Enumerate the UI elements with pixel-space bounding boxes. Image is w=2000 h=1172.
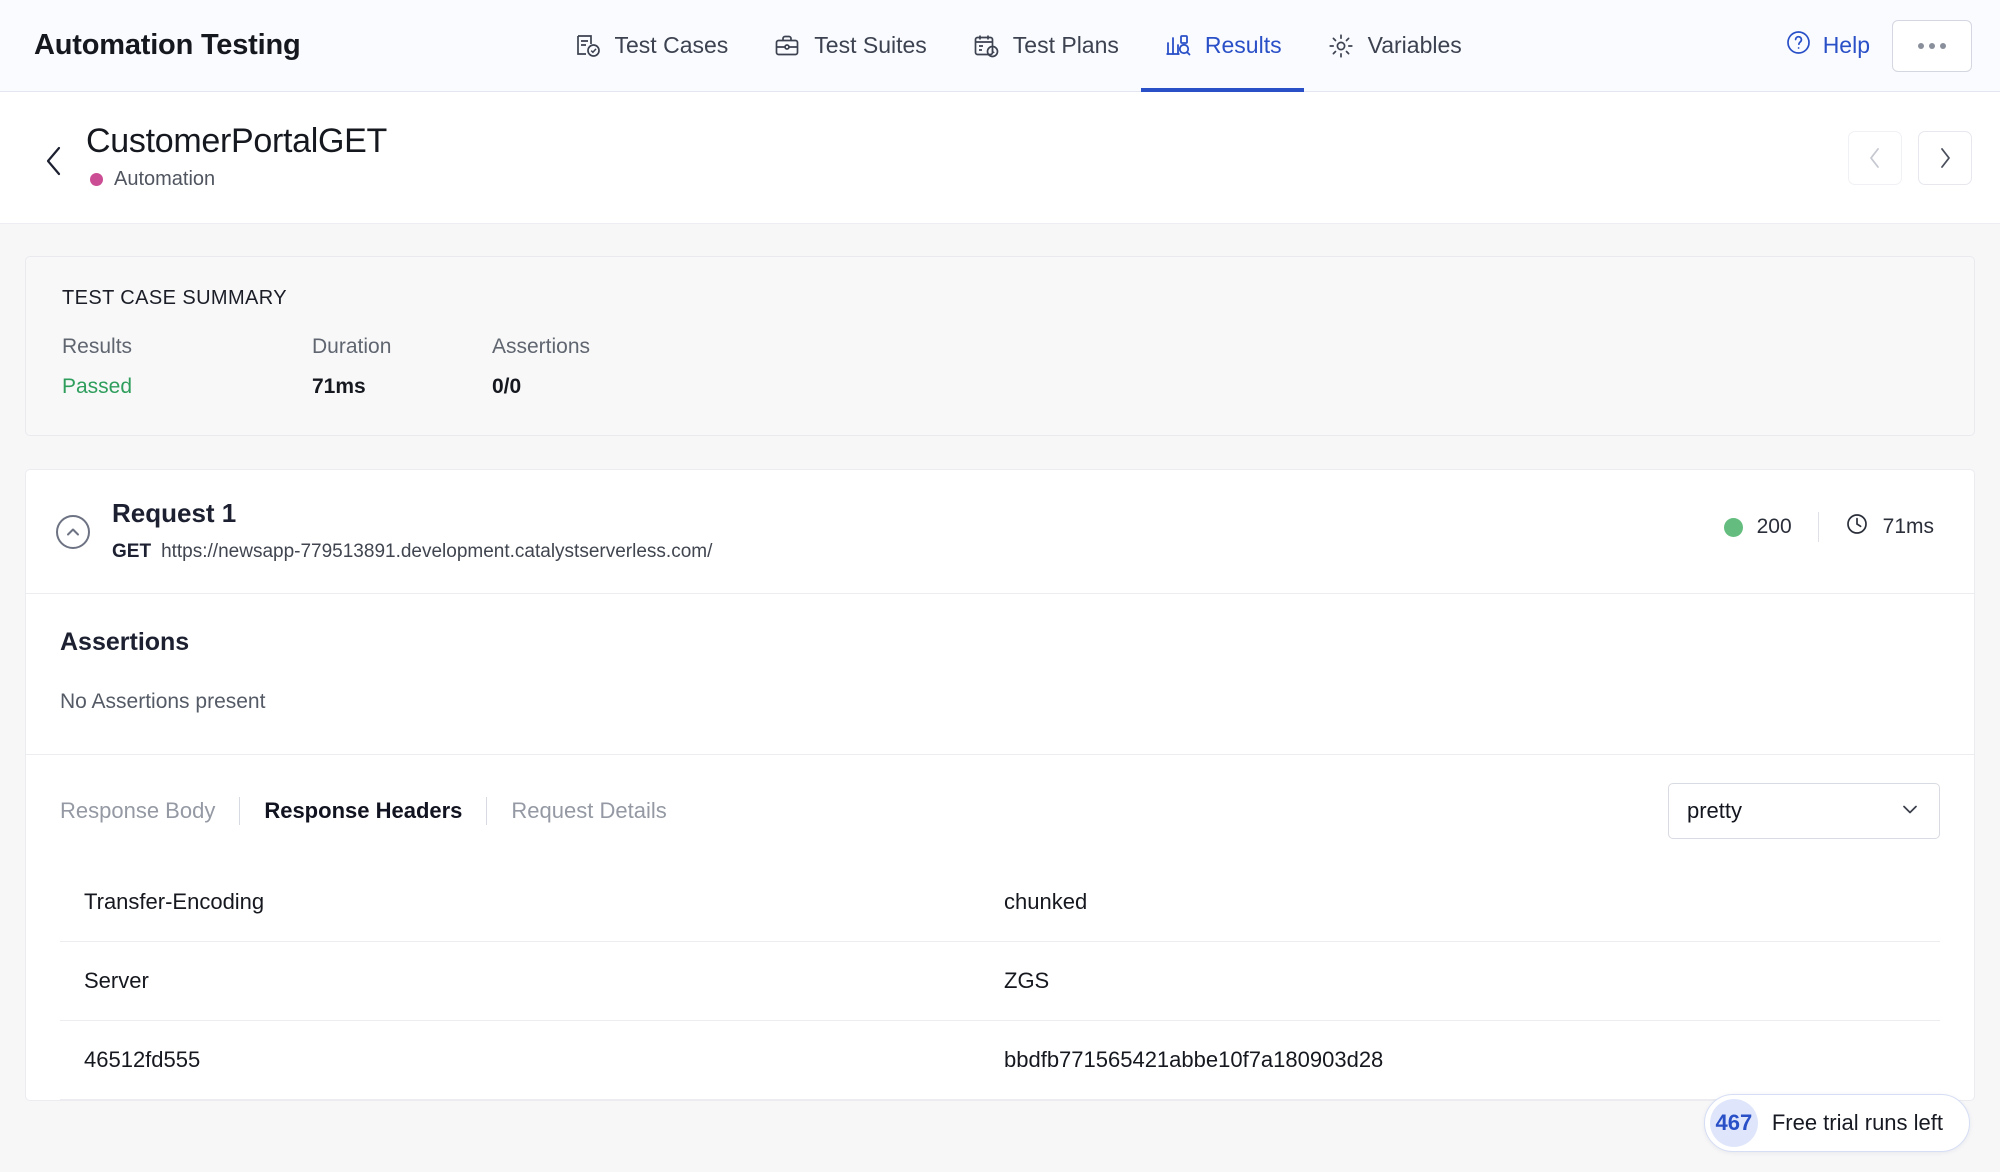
- header-value: ZGS: [1004, 968, 1050, 994]
- summary-field-results: Results Passed: [62, 335, 312, 399]
- assertions-heading: Assertions: [60, 628, 190, 657]
- app-root: Automation Testing Test Cases Test Suite…: [0, 0, 2000, 1172]
- table-row: Transfer-Encoding chunked: [60, 863, 1940, 943]
- app-brand-title: Automation Testing: [34, 29, 301, 61]
- request-card: Request 1 GET https://newsapp-779513891.…: [25, 469, 1975, 1102]
- page-title: CustomerPortalGET: [86, 122, 387, 161]
- bar-chart-search-icon: [1163, 31, 1193, 61]
- response-headers-table: Transfer-Encoding chunked Server ZGS 465…: [60, 863, 1940, 1101]
- briefcase-icon: [772, 31, 802, 61]
- chevron-left-icon: [46, 146, 61, 175]
- page-content: TEST CASE SUMMARY Results Passed Duratio…: [0, 224, 2000, 1102]
- format-select-value: pretty: [1687, 798, 1743, 824]
- test-case-summary-card: TEST CASE SUMMARY Results Passed Duratio…: [25, 256, 1975, 436]
- ellipsis-icon-dot: [1929, 42, 1935, 49]
- request-title: Request 1: [112, 498, 237, 528]
- request-duration-value: 71ms: [1882, 515, 1934, 538]
- table-row: Server ZGS: [60, 942, 1940, 1022]
- help-button[interactable]: Help: [1785, 29, 1870, 62]
- nav-tab-variables[interactable]: Variables: [1304, 0, 1484, 92]
- header-key: 46512fd555: [84, 1047, 201, 1073]
- tab-response-headers[interactable]: Response Headers: [240, 788, 486, 834]
- summary-field-label: Results: [62, 335, 133, 358]
- nav-tab-label: Test Plans: [1012, 32, 1119, 58]
- test-cases-icon: [573, 31, 603, 61]
- request-method: GET: [112, 541, 152, 563]
- back-button[interactable]: [34, 138, 74, 184]
- summary-field-value: Passed: [62, 375, 133, 398]
- assertions-empty-message: No Assertions present: [60, 690, 266, 714]
- summary-fields: Results Passed Duration 71ms Assertions …: [62, 335, 1938, 399]
- summary-field-value: 71ms: [312, 375, 366, 398]
- topbar-right-actions: Help: [1785, 19, 1972, 72]
- tab-request-details[interactable]: Request Details: [487, 788, 690, 834]
- page-tag-label: Automation: [114, 167, 216, 190]
- nav-tab-test-plans[interactable]: Test Plans: [949, 0, 1141, 92]
- request-meta: 200 71ms: [1723, 512, 1940, 542]
- record-pager: [1848, 130, 1972, 185]
- free-trial-badge[interactable]: 467 Free trial runs left: [1703, 1094, 1970, 1152]
- summary-field-assertions: Assertions 0/0: [492, 335, 590, 399]
- status-dot-icon: [1723, 517, 1743, 537]
- nav-tab-label: Variables: [1367, 32, 1462, 58]
- request-title-block: Request 1 GET https://newsapp-779513891.…: [112, 498, 712, 563]
- top-navigation-bar: Automation Testing Test Cases Test Suite…: [0, 0, 2000, 92]
- nav-tab-label: Test Suites: [814, 32, 927, 58]
- tag-dot-icon: [90, 172, 103, 186]
- request-header: Request 1 GET https://newsapp-779513891.…: [26, 470, 1974, 593]
- tab-response-body[interactable]: Response Body: [60, 788, 239, 834]
- chevron-right-icon: [1941, 147, 1950, 168]
- gear-icon: [1326, 31, 1356, 61]
- assertions-section: Assertions No Assertions present: [26, 593, 1974, 754]
- page-header: CustomerPortalGET Automation: [0, 92, 2000, 224]
- chevron-down-icon: [1899, 798, 1921, 825]
- previous-record-button[interactable]: [1848, 130, 1902, 185]
- nav-tab-results[interactable]: Results: [1140, 0, 1304, 92]
- question-circle-icon: [1785, 29, 1812, 62]
- header-key: Server: [84, 968, 149, 994]
- summary-heading: TEST CASE SUMMARY: [62, 287, 287, 309]
- ellipsis-icon-dot: [1918, 42, 1924, 49]
- summary-field-label: Assertions: [492, 335, 591, 358]
- meta-divider: [1817, 512, 1819, 542]
- request-duration-indicator: 71ms: [1845, 512, 1934, 542]
- header-key: Transfer-Encoding: [84, 889, 265, 915]
- header-value: chunked: [1004, 889, 1088, 915]
- trial-runs-count: 467: [1709, 1099, 1758, 1147]
- page-title-block: CustomerPortalGET Automation: [86, 122, 387, 191]
- help-label: Help: [1822, 32, 1870, 58]
- format-select[interactable]: pretty: [1668, 783, 1940, 840]
- page-tag: Automation: [86, 168, 387, 191]
- chevron-up-circle-icon[interactable]: [56, 514, 90, 549]
- nav-tab-label: Test Cases: [614, 32, 729, 58]
- next-record-button[interactable]: [1918, 130, 1972, 185]
- main-nav-tabs: Test Cases Test Suites Test Plans Result…: [551, 0, 1484, 92]
- request-url-row: GET https://newsapp-779513891.developmen…: [112, 541, 712, 563]
- ellipsis-icon-dot: [1940, 42, 1946, 49]
- response-tabs: Response Body Response Headers Request D…: [60, 788, 691, 834]
- status-code-value: 200: [1756, 515, 1792, 538]
- response-section: Response Body Response Headers Request D…: [26, 754, 1974, 1101]
- request-url: https://newsapp-779513891.development.ca…: [161, 541, 713, 563]
- summary-field-value: 0/0: [492, 375, 522, 398]
- summary-field-label: Duration: [312, 335, 392, 358]
- response-toolbar: Response Body Response Headers Request D…: [60, 783, 1940, 840]
- table-row: 46512fd555 bbdfb771565421abbe10f7a180903…: [60, 1021, 1940, 1101]
- nav-tab-label: Results: [1204, 32, 1282, 58]
- header-value: bbdfb771565421abbe10f7a180903d28: [1004, 1047, 1384, 1073]
- trial-runs-label: Free trial runs left: [1771, 1110, 1943, 1135]
- nav-tab-test-cases[interactable]: Test Cases: [551, 0, 751, 92]
- status-code-indicator: 200: [1723, 515, 1792, 539]
- summary-field-duration: Duration 71ms: [312, 335, 492, 399]
- chevron-left-icon: [1870, 147, 1879, 168]
- calendar-clock-icon: [971, 31, 1001, 61]
- nav-tab-test-suites[interactable]: Test Suites: [750, 0, 949, 92]
- clock-icon: [1845, 512, 1869, 542]
- more-options-button[interactable]: [1892, 19, 1972, 72]
